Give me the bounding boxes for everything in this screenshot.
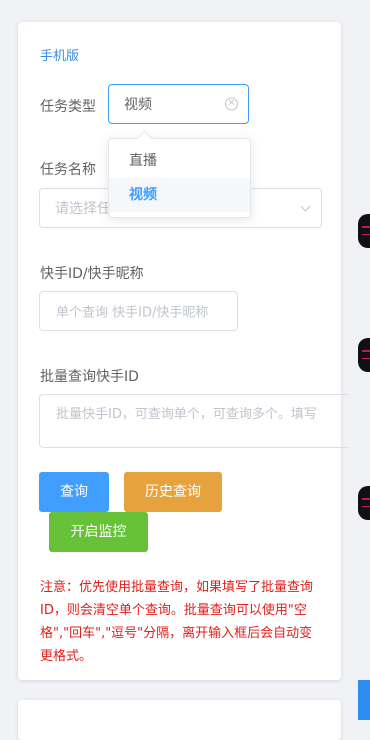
- task-type-select[interactable]: 视频 ✕: [108, 84, 249, 124]
- kuaishou-id-input[interactable]: 单个查询 快手ID/快手昵称: [39, 291, 238, 331]
- side-avatar-1[interactable]: [358, 214, 370, 248]
- batch-label: 批量查询快手ID: [40, 369, 139, 385]
- notice-text: 注意：优先使用批量查询，如果填写了批量查询ID，则会清空单个查询。批量查询可以使…: [40, 580, 314, 664]
- batch-placeholder: 批量快手ID，可查询单个，可查询多个。填写: [56, 407, 317, 422]
- kuaishou-id-label: 快手ID/快手昵称: [40, 266, 144, 282]
- option-video[interactable]: 视频: [109, 178, 250, 212]
- side-avatar-3[interactable]: [358, 486, 370, 520]
- chevron-down-icon: [300, 201, 311, 212]
- start-monitor-button[interactable]: 开启监控: [49, 512, 148, 552]
- secondary-card: [18, 700, 341, 740]
- task-type-value: 视频: [124, 97, 152, 113]
- batch-textarea[interactable]: 批量快手ID，可查询单个，可查询多个。填写: [39, 394, 349, 448]
- history-query-button[interactable]: 历史查询: [124, 472, 222, 512]
- task-name-label: 任务名称: [40, 162, 96, 178]
- kuaishou-id-placeholder: 单个查询 快手ID/快手昵称: [56, 305, 209, 321]
- task-type-dropdown: 直播 视频: [108, 138, 251, 218]
- corner-tab[interactable]: [358, 680, 370, 720]
- side-avatar-2[interactable]: [358, 338, 370, 372]
- task-type-label: 任务类型: [40, 99, 96, 115]
- option-live[interactable]: 直播: [109, 144, 250, 178]
- query-button[interactable]: 查询: [39, 472, 109, 512]
- task-name-placeholder: 请选择任: [55, 201, 111, 217]
- page-title: 手机版: [40, 49, 80, 64]
- clear-icon[interactable]: ✕: [225, 97, 238, 111]
